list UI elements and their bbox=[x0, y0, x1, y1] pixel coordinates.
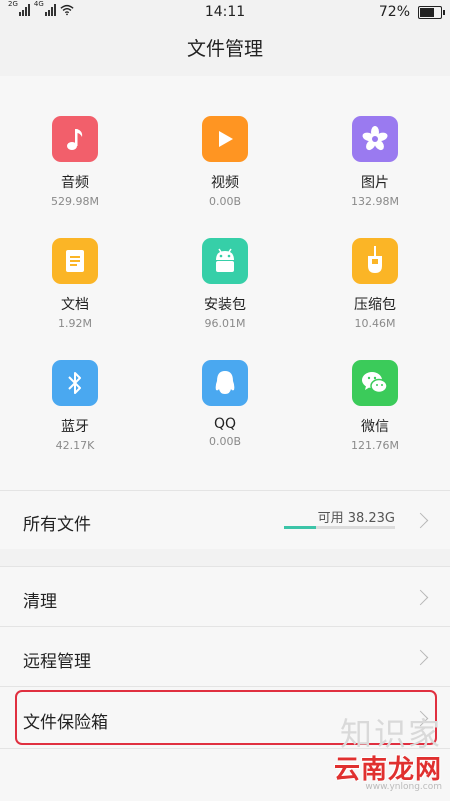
category-grid: 音频 529.98M 视频 0.00B 图片 132.98M 文档 1.92M … bbox=[0, 76, 450, 490]
all-files-label: 所有文件 bbox=[23, 515, 91, 535]
watermark: 知识家 云南龙网 www.ynlong.com bbox=[334, 709, 442, 792]
chevron-right-icon bbox=[412, 649, 429, 666]
category-name: QQ bbox=[213, 416, 237, 432]
zip-icon bbox=[352, 238, 398, 284]
status-bar: 2G 4G 14:11 72% bbox=[0, 0, 450, 24]
category-audio[interactable]: 音频 529.98M bbox=[0, 76, 150, 208]
storage-usage-bar bbox=[284, 526, 395, 529]
menu-item-label: 清理 bbox=[23, 592, 57, 612]
category-archive[interactable]: 压缩包 10.46M bbox=[300, 198, 450, 330]
category-name: 压缩包 bbox=[354, 297, 396, 313]
category-name: 图片 bbox=[361, 175, 389, 191]
category-wechat[interactable]: 微信 121.76M bbox=[300, 320, 450, 452]
play-icon bbox=[202, 116, 248, 162]
category-name: 安装包 bbox=[204, 297, 246, 313]
category-image[interactable]: 图片 132.98M bbox=[300, 76, 450, 208]
battery-group: 72% bbox=[378, 4, 445, 20]
category-name: 视频 bbox=[211, 175, 239, 191]
menu-item-label: 远程管理 bbox=[23, 652, 91, 672]
document-icon bbox=[52, 238, 98, 284]
all-files-row[interactable]: 所有文件 可用 38.23G bbox=[0, 490, 450, 549]
chevron-right-icon bbox=[412, 589, 429, 606]
storage-available: 可用 38.23G bbox=[317, 511, 395, 526]
category-name: 音频 bbox=[61, 175, 89, 191]
music-note-icon bbox=[52, 116, 98, 162]
category-name: 蓝牙 bbox=[61, 419, 89, 435]
category-video[interactable]: 视频 0.00B bbox=[150, 76, 300, 208]
battery-percent: 72% bbox=[378, 4, 410, 20]
chevron-right-icon bbox=[412, 512, 429, 529]
category-name: 文档 bbox=[61, 297, 89, 313]
flower-icon bbox=[352, 116, 398, 162]
bluetooth-icon bbox=[52, 360, 98, 406]
menu-item-cleanup[interactable]: 清理 bbox=[0, 566, 450, 627]
title-bar: 文件管理 bbox=[0, 24, 450, 76]
qq-penguin-icon bbox=[202, 360, 248, 406]
category-qq[interactable]: QQ 0.00B bbox=[150, 320, 300, 448]
category-document[interactable]: 文档 1.92M bbox=[0, 198, 150, 330]
category-size: 121.76M bbox=[351, 439, 399, 452]
category-apk[interactable]: 安装包 96.01M bbox=[150, 198, 300, 330]
category-size: 42.17K bbox=[55, 439, 95, 452]
category-size: 0.00B bbox=[208, 435, 242, 448]
category-name: 微信 bbox=[361, 419, 389, 435]
wechat-icon bbox=[352, 360, 398, 406]
android-icon bbox=[202, 238, 248, 284]
menu-item-remote-management[interactable]: 远程管理 bbox=[0, 626, 450, 687]
watermark-line2: 云南龙网 bbox=[333, 755, 442, 785]
page-title: 文件管理 bbox=[186, 38, 263, 60]
category-bluetooth[interactable]: 蓝牙 42.17K bbox=[0, 320, 150, 452]
battery-icon bbox=[418, 5, 445, 19]
